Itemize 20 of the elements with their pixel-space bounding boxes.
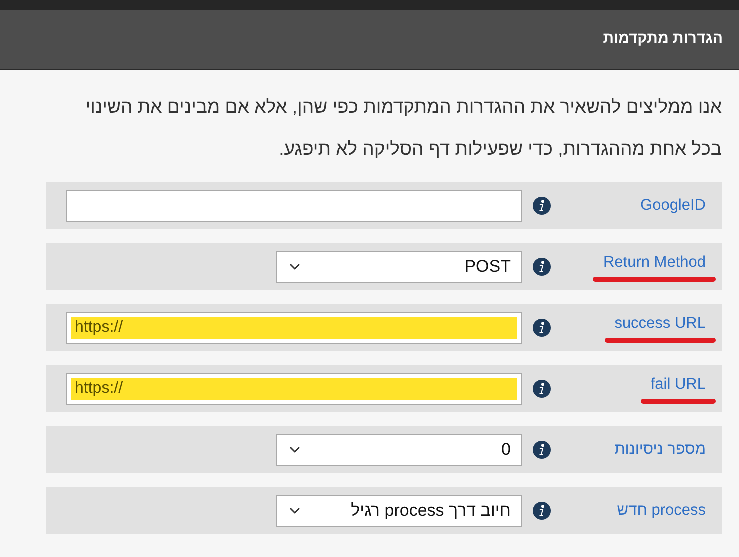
select-field[interactable]: חיוב דרך process רגיל [276, 494, 522, 526]
setting-label: process חדש [616, 500, 707, 521]
info-icon[interactable] [533, 440, 551, 458]
info-icon[interactable] [533, 318, 551, 336]
info-icon[interactable] [533, 502, 551, 520]
info-icon[interactable] [533, 196, 551, 214]
setting-label: GoogleID [640, 196, 707, 216]
text-field[interactable] [66, 190, 522, 222]
intro-text: אנו ממליצים להשאיר את ההגדרות המתקדמות כפי שהן, אלא אם מבינים את השינוי בכל אחת מההגדרות, כדי שפעילות דף הסליקה לא תיפגע. [84, 95, 722, 161]
info-icon[interactable] [533, 258, 551, 276]
setting-label: fail URL [650, 374, 707, 395]
setting-label: מספר ניסיונות [614, 440, 707, 460]
setting-label: success URL [614, 314, 707, 334]
url-field[interactable]: https:// [66, 312, 522, 344]
page-title: הגדרות מתקדמות [603, 29, 723, 50]
url-field[interactable]: https:// [66, 372, 522, 404]
info-icon[interactable] [533, 380, 551, 398]
select-field[interactable]: 0 [276, 434, 522, 466]
setting-label: Return Method [602, 252, 707, 273]
select-field[interactable]: POST [276, 250, 522, 282]
